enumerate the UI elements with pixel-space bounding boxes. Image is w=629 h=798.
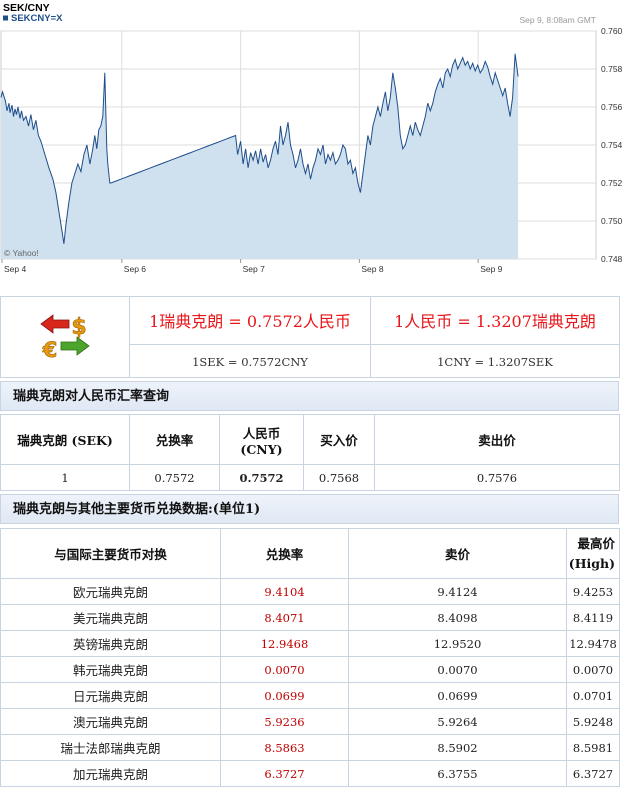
yahoo-watermark: © Yahoo! <box>4 248 39 258</box>
query-sell: 0.7576 <box>374 464 620 491</box>
query-header-row: 瑞典克朗 (SEK) 兑换率 人民币 (CNY) 买入价 卖出价 <box>0 414 620 465</box>
header-pair-sell: 卖价 <box>348 528 567 579</box>
header-sell: 卖出价 <box>374 414 620 465</box>
chart-timestamp: Sep 9, 8:08am GMT <box>519 15 596 25</box>
svg-text:$: $ <box>71 315 86 340</box>
pair-rate: 0.0070 <box>220 656 349 683</box>
header-high-line1: 最高价 <box>577 535 615 551</box>
query-cny: 0.7572 <box>219 464 304 491</box>
table-row: 瑞士法郎瑞典克朗 8.5863 8.5902 8.5981 <box>0 734 620 761</box>
pair-sell: 0.0699 <box>348 682 567 709</box>
pair-sell: 0.0070 <box>348 656 567 683</box>
pair-name[interactable]: 澳元瑞典克朗 <box>0 708 221 735</box>
table-row: 澳元瑞典克朗 5.9236 5.9264 5.9248 <box>0 708 620 735</box>
x-tick-label: Sep 6 <box>124 264 146 274</box>
table-row: 英镑瑞典克朗 12.9468 12.9520 12.9478 <box>0 630 620 657</box>
pair-name[interactable]: 瑞士法郎瑞典克朗 <box>0 734 221 761</box>
pair-name[interactable]: 日元瑞典克朗 <box>0 682 221 709</box>
pair-high: 0.0070 <box>566 656 620 683</box>
pair-rate: 6.3727 <box>220 760 349 787</box>
others-section-title: 瑞典克朗与其他主要货币兑换数据:(单位1) <box>0 494 619 524</box>
y-tick-label: 0.756 <box>601 102 623 112</box>
pair-high: 0.0701 <box>566 682 620 709</box>
cny-to-sek-code: 1CNY = 1.3207SEK <box>437 355 553 370</box>
y-tick-label: 0.748 <box>601 254 623 264</box>
pair-rate: 9.4104 <box>220 578 349 605</box>
others-header-row: 与国际主要货币对换 兑换率 卖价 最高价 (High) <box>0 528 620 579</box>
x-tick-label: Sep 8 <box>361 264 383 274</box>
pair-high: 5.9248 <box>566 708 620 735</box>
header-pair-high: 最高价 (High) <box>566 528 620 579</box>
pair-high: 9.4253 <box>566 578 620 605</box>
pair-high: 8.5981 <box>566 734 620 761</box>
legend-swatch <box>3 15 8 21</box>
y-tick-label: 0.754 <box>601 140 623 150</box>
pair-sell: 9.4124 <box>348 578 567 605</box>
other-currencies-table: 与国际主要货币对换 兑换率 卖价 最高价 (High) 欧元瑞典克朗 9.410… <box>0 528 620 787</box>
query-sek-amount: 1 <box>0 464 130 491</box>
pair-sell: 6.3755 <box>348 760 567 787</box>
header-cny-line1: 人民币 <box>242 425 281 441</box>
x-tick-label: Sep 4 <box>4 264 26 274</box>
pair-sell: 12.9520 <box>348 630 567 657</box>
table-row: 美元瑞典克朗 8.4071 8.4098 8.4119 <box>0 604 620 631</box>
header-buy: 买入价 <box>303 414 375 465</box>
left-main-rate-cell: 1瑞典克朗 = 0.7572人民币 <box>129 296 371 345</box>
pair-rate: 5.9236 <box>220 708 349 735</box>
chart-svg: 0.760 0.758 0.756 0.754 0.752 0.750 0.748 Sep … <box>0 2 623 274</box>
table-row: 韩元瑞典克朗 0.0070 0.0070 0.0070 <box>0 656 620 683</box>
query-rate: 0.7572 <box>129 464 220 491</box>
pair-name[interactable]: 英镑瑞典克朗 <box>0 630 221 657</box>
pair-rate: 8.4071 <box>220 604 349 631</box>
pair-name[interactable]: 韩元瑞典克朗 <box>0 656 221 683</box>
x-tick-label: Sep 7 <box>243 264 265 274</box>
pair-high: 12.9478 <box>566 630 620 657</box>
pair-sell: 8.4098 <box>348 604 567 631</box>
table-row: 欧元瑞典克朗 9.4104 9.4124 9.4253 <box>0 578 620 605</box>
query-section-title: 瑞典克朗对人民币汇率查询 <box>0 381 619 411</box>
pair-high: 8.4119 <box>566 604 620 631</box>
query-buy: 0.7568 <box>303 464 375 491</box>
table-row: 日元瑞典克朗 0.0699 0.0699 0.0701 <box>0 682 620 709</box>
sek-to-cny-code: 1SEK = 0.7572CNY <box>192 355 308 370</box>
y-tick-label: 0.750 <box>601 216 623 226</box>
y-axis-ticks: 0.760 0.758 0.756 0.754 0.752 0.750 0.748 <box>601 26 623 264</box>
pair-sell: 5.9264 <box>348 708 567 735</box>
pair-name[interactable]: 欧元瑞典克朗 <box>0 578 221 605</box>
rate-summary-box: $ € 1瑞典克朗 = 0.7572人民币 1人民币 = 1.3207瑞典克朗 … <box>0 296 620 379</box>
sek-to-cny-rate: 1瑞典克朗 = 0.7572人民币 <box>149 312 351 332</box>
pair-rate: 0.0699 <box>220 682 349 709</box>
table-row: 加元瑞典克朗 6.3727 6.3755 6.3727 <box>0 760 620 787</box>
header-pair-rate: 兑换率 <box>220 528 349 579</box>
query-table: 瑞典克朗 (SEK) 兑换率 人民币 (CNY) 买入价 卖出价 1 0.757… <box>0 414 620 491</box>
header-high-line2: (High) <box>568 555 615 571</box>
x-axis-ticks: Sep 4 Sep 6 Sep 7 Sep 8 Sep 9 <box>1 259 503 274</box>
svg-text:€: € <box>42 338 58 360</box>
right-code-cell: 1CNY = 1.3207SEK <box>370 343 620 379</box>
header-cny: 人民币 (CNY) <box>219 414 304 465</box>
y-tick-label: 0.752 <box>601 178 623 188</box>
exchange-icon-cell: $ € <box>0 296 130 378</box>
pair-name[interactable]: 美元瑞典克朗 <box>0 604 221 631</box>
right-main-rate-cell: 1人民币 = 1.3207瑞典克朗 <box>370 296 620 345</box>
header-pair-name: 与国际主要货币对换 <box>0 528 221 579</box>
header-sek: 瑞典克朗 (SEK) <box>0 414 130 465</box>
y-tick-label: 0.760 <box>601 26 623 36</box>
left-code-cell: 1SEK = 0.7572CNY <box>129 343 371 379</box>
x-tick-label: Sep 9 <box>480 264 502 274</box>
header-cny-line2: (CNY) <box>240 441 283 457</box>
pair-name[interactable]: 加元瑞典克朗 <box>0 760 221 787</box>
y-tick-label: 0.758 <box>601 64 623 74</box>
pair-sell: 8.5902 <box>348 734 567 761</box>
header-rate: 兑换率 <box>129 414 220 465</box>
currency-exchange-icon: $ € <box>40 314 90 362</box>
price-chart: 0.760 0.758 0.756 0.754 0.752 0.750 0.748 Sep … <box>0 0 629 290</box>
pair-rate: 8.5863 <box>220 734 349 761</box>
legend-label: SEKCNY=X <box>11 13 63 24</box>
table-row: 1 0.7572 0.7572 0.7568 0.7576 <box>0 464 620 491</box>
cny-to-sek-rate: 1人民币 = 1.3207瑞典克朗 <box>394 312 596 332</box>
pair-rate: 12.9468 <box>220 630 349 657</box>
pair-high: 6.3727 <box>566 760 620 787</box>
